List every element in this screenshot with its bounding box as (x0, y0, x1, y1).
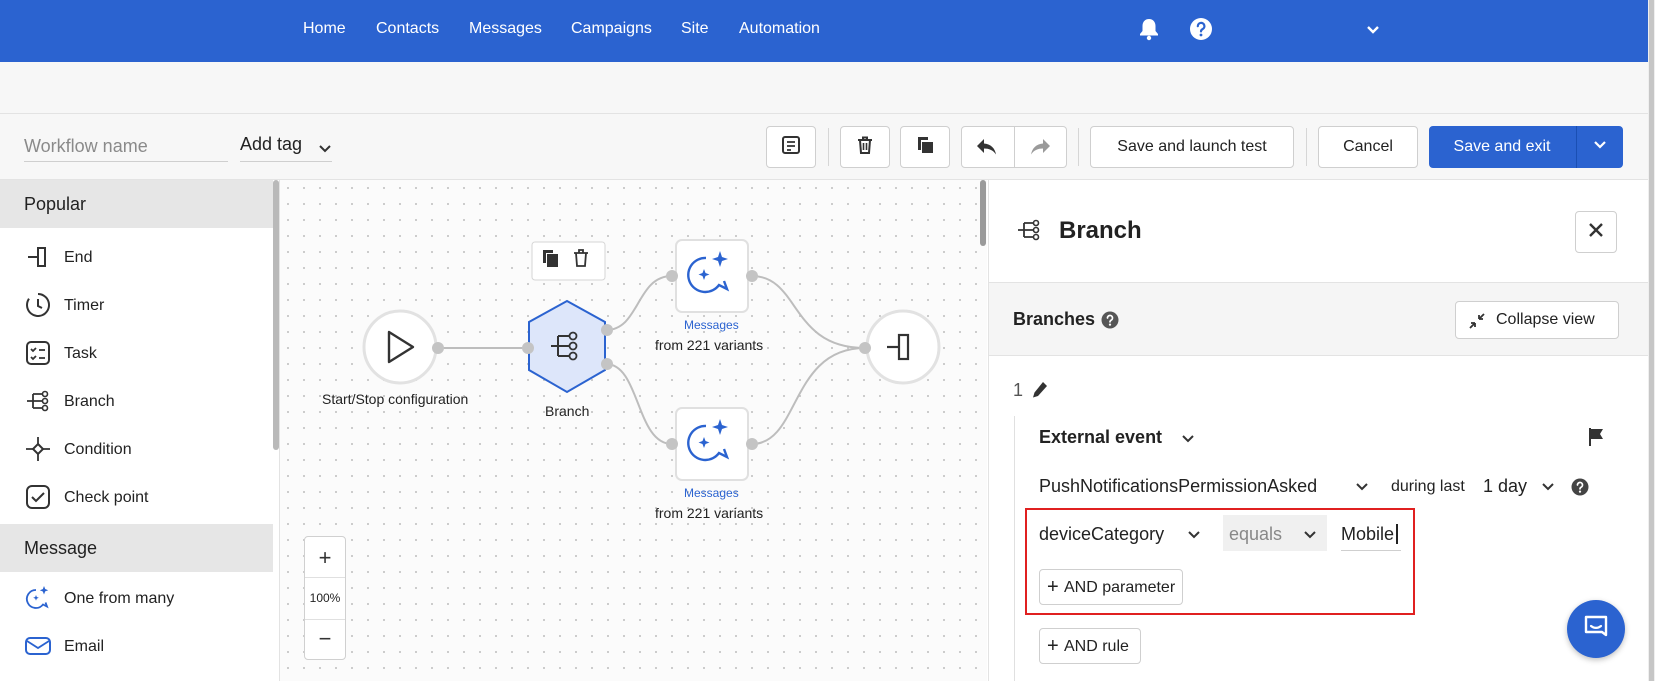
during-value-select[interactable]: 1 day (1483, 476, 1527, 497)
page-scrollbar-thumb[interactable] (1649, 0, 1654, 681)
parameter-value: Mobile (1341, 524, 1395, 544)
zoom-out-button[interactable]: − (305, 626, 345, 652)
parameter-name-select[interactable]: deviceCategory (1039, 524, 1164, 545)
save-options-dropdown[interactable] (1577, 126, 1623, 168)
zoom-divider (305, 619, 345, 620)
message-node-2-out-port (746, 438, 758, 450)
edge-msg2-end (751, 347, 866, 445)
branch-input-port (522, 342, 534, 354)
close-panel-button[interactable] (1575, 211, 1617, 253)
end-node-port (859, 342, 871, 354)
branches-label: Branches (1013, 309, 1096, 329)
plus-icon: + (1047, 635, 1059, 657)
branch-output-port-2 (601, 358, 613, 370)
edge-msg1-end (751, 275, 866, 349)
save-and-exit-button[interactable]: Save and exit (1429, 126, 1575, 168)
canvas-scrollbar[interactable] (980, 180, 986, 246)
message-node-1-out-port (746, 270, 758, 282)
zoom-level: 100% (309, 591, 341, 605)
edge-branch-msg2 (605, 363, 673, 445)
chevron-down-icon[interactable] (1355, 480, 1369, 499)
end-node (865, 309, 941, 385)
message-node-1-label: from 221 variants (655, 337, 764, 353)
parameter-value-input[interactable]: Mobile (1341, 515, 1401, 551)
message-node-2-in-port (666, 438, 678, 450)
toolbar-divider (1306, 128, 1307, 166)
message-node-1 (675, 239, 749, 313)
save-and-launch-test-button[interactable]: Save and launch test (1090, 126, 1294, 168)
branch-properties-panel: Branch Branches Collapse view 1 External… (988, 180, 1649, 681)
zoom-controls: + 100% − (304, 536, 346, 660)
branch-output-port-1 (601, 324, 613, 336)
toolbar-divider (1078, 128, 1079, 166)
chat-icon (1582, 613, 1610, 646)
chevron-down-icon (1593, 138, 1607, 157)
plus-icon: + (1047, 576, 1059, 598)
chevron-down-icon[interactable] (1187, 528, 1201, 547)
and-rule-label: AND rule (1064, 638, 1129, 655)
edge-branch-msg1 (605, 275, 673, 331)
save-and-exit-split-button: Save and exit (1429, 126, 1623, 168)
help-icon[interactable] (1189, 17, 1213, 46)
and-parameter-label: AND parameter (1064, 579, 1176, 596)
zoom-divider (305, 577, 345, 578)
message-node-2 (675, 407, 749, 481)
and-rule-button[interactable]: + AND rule (1039, 628, 1141, 664)
message-node-1-in-port (666, 270, 678, 282)
collapse-icon (1468, 312, 1486, 335)
chevron-down-icon[interactable] (1541, 480, 1555, 499)
operator-label: equals (1229, 524, 1283, 544)
and-parameter-button[interactable]: + AND parameter (1039, 569, 1183, 605)
branch-node-label: Branch (545, 403, 590, 419)
chevron-down-icon[interactable] (1181, 432, 1195, 451)
pencil-icon[interactable] (1031, 380, 1049, 405)
page-scrollbar[interactable] (1648, 0, 1655, 681)
panel-title: Branch (1059, 217, 1142, 244)
branches-header: Branches Collapse view (989, 282, 1649, 356)
workflow-graph (362, 239, 941, 481)
during-label: during last (1391, 478, 1465, 495)
event-type-select[interactable]: External event (1039, 427, 1162, 448)
account-chevron-down-icon[interactable] (1365, 22, 1381, 43)
chevron-down-icon (1303, 528, 1317, 547)
operator-select[interactable]: equals (1223, 515, 1327, 551)
message-node-1-type[interactable]: Messages (684, 318, 739, 332)
text-cursor (1396, 524, 1398, 544)
collapse-view-label: Collapse view (1496, 311, 1595, 328)
cancel-button[interactable]: Cancel (1318, 126, 1418, 168)
bell-icon[interactable] (1138, 17, 1160, 46)
branch-index: 1 (1013, 380, 1024, 400)
zoom-in-button[interactable]: + (305, 545, 345, 571)
message-node-2-label: from 221 variants (655, 505, 764, 521)
undo-redo-divider (1014, 127, 1015, 167)
start-node-port (432, 342, 444, 354)
close-icon (1588, 222, 1604, 243)
support-chat-button[interactable] (1567, 600, 1625, 658)
flag-icon[interactable] (1587, 427, 1605, 452)
branch-icon (1015, 216, 1043, 249)
start-node (362, 309, 438, 385)
node-actions-toolbar (531, 241, 606, 281)
start-node-label: Start/Stop configuration (322, 391, 469, 407)
app-root: Home Contacts Messages Campaigns Site Au… (0, 0, 1655, 681)
collapse-view-button[interactable]: Collapse view (1455, 301, 1619, 339)
redo-icon[interactable] (1028, 137, 1052, 162)
rule-indent-line (1014, 416, 1015, 681)
event-name-select[interactable]: PushNotificationsPermissionAsked (1039, 476, 1317, 497)
help-icon[interactable] (1101, 311, 1119, 334)
help-icon[interactable] (1571, 478, 1589, 501)
message-node-2-type[interactable]: Messages (684, 486, 739, 500)
